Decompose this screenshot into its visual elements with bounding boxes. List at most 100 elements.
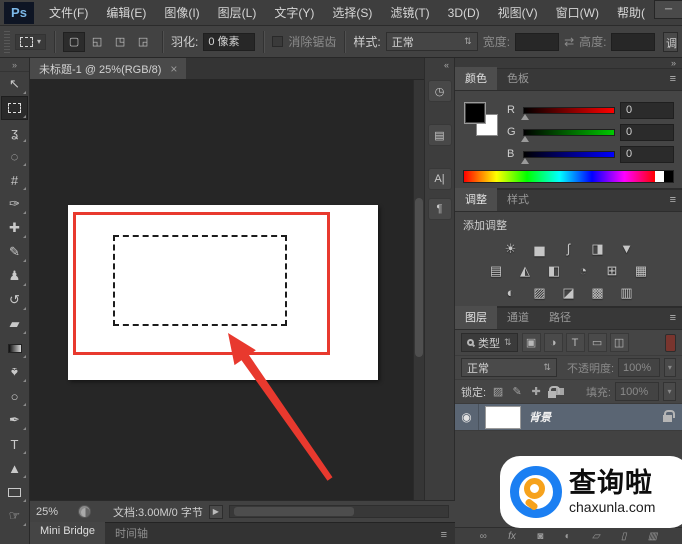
menu-file[interactable]: 文件(F) [40, 0, 97, 26]
pen-tool[interactable]: ✒ [1, 408, 28, 432]
lock-transparent-pixels-icon[interactable]: ▨ [490, 384, 506, 400]
new-adjustment-layer-icon[interactable]: ◐ [565, 531, 571, 542]
quick-selection-tool[interactable]: ◌ [1, 144, 28, 168]
layer-group-icon[interactable]: ▱ [592, 531, 600, 542]
toolbar-collapse-icon[interactable]: » [0, 58, 29, 72]
subtract-from-selection-button[interactable]: ◳ [109, 32, 131, 52]
threshold-icon[interactable]: ◪ [559, 284, 579, 301]
color-lookup-icon[interactable]: ▦ [631, 262, 651, 279]
healing-brush-tool[interactable]: ✚ [1, 216, 28, 240]
rectangular-marquee-tool[interactable] [1, 96, 28, 120]
status-expand-icon[interactable]: ▶ [208, 504, 223, 519]
tab-adjustments[interactable]: 调整 [455, 188, 497, 211]
menu-help[interactable]: 帮助( [608, 0, 654, 26]
filter-adjustment-layers-icon[interactable]: ◑ [543, 333, 563, 352]
tool-preset-picker[interactable]: ▾ [15, 33, 47, 50]
tab-layers[interactable]: 图层 [455, 306, 497, 329]
link-layers-icon[interactable]: ∞ [480, 531, 487, 542]
tab-swatches[interactable]: 色板 [497, 67, 539, 90]
channel-slider[interactable] [521, 106, 615, 120]
eraser-tool[interactable]: ▰ [1, 312, 28, 336]
delete-layer-icon[interactable]: ▥ [648, 531, 657, 542]
blend-mode-select[interactable]: 正常 ⇅ [461, 358, 557, 377]
tab-color[interactable]: 颜色 [455, 67, 497, 90]
horizontal-scrollbar[interactable] [228, 505, 449, 518]
gradient-map-icon[interactable]: ▩ [588, 284, 608, 301]
chevron-down-icon[interactable]: ▾ [663, 358, 676, 377]
refine-edge-button[interactable]: 调 [663, 31, 678, 52]
filter-smart-objects-icon[interactable]: ◫ [609, 333, 629, 352]
layer-mask-icon[interactable]: ◙ [537, 531, 543, 542]
swap-dimensions-icon[interactable]: ⇄ [564, 35, 574, 49]
menu-edit[interactable]: 编辑(E) [97, 0, 155, 26]
channel-mixer-icon[interactable]: ⊞ [602, 262, 622, 279]
history-panel-icon[interactable]: ◷ [427, 80, 452, 102]
filter-shape-layers-icon[interactable]: ▭ [587, 333, 607, 352]
lock-all-icon[interactable] [548, 384, 564, 400]
filter-type-layers-icon[interactable]: T [565, 333, 585, 352]
mini-bridge-tab[interactable]: Mini Bridge [30, 522, 106, 544]
type-tool[interactable]: T [1, 432, 28, 456]
layer-name[interactable]: 背景 [529, 409, 663, 425]
timeline-tab[interactable]: 时间轴 [105, 522, 158, 544]
menu-window[interactable]: 窗口(W) [547, 0, 608, 26]
curves-icon[interactable]: ʃ [559, 240, 579, 257]
exposure-icon[interactable]: ◨ [588, 240, 608, 257]
height-input[interactable] [611, 32, 656, 51]
menu-3d[interactable]: 3D(D) [439, 0, 489, 26]
black-white-icon[interactable]: ◧ [544, 262, 564, 279]
layer-effects-icon[interactable]: fx [508, 531, 516, 542]
options-bar-grip[interactable] [4, 30, 10, 53]
photo-filter-icon[interactable]: ◔ [573, 262, 593, 279]
brightness-contrast-icon[interactable]: ☀ [501, 240, 521, 257]
minimize-button[interactable]: ─ [653, 0, 682, 19]
menu-image[interactable]: 图像(I) [155, 0, 208, 26]
opacity-input[interactable]: 100% [618, 358, 660, 377]
tab-channels[interactable]: 通道 [497, 306, 539, 329]
document-tab[interactable]: 未标题-1 @ 25%(RGB/8) × [30, 58, 187, 79]
properties-panel-icon[interactable]: ▤ [427, 124, 452, 146]
chevron-down-icon[interactable]: ▾ [663, 382, 676, 401]
channel-slider[interactable] [521, 128, 615, 142]
intersect-selection-button[interactable]: ◲ [132, 32, 154, 52]
tab-styles[interactable]: 样式 [497, 188, 539, 211]
layer-row-background[interactable]: ◉ 背景 [455, 404, 682, 431]
posterize-icon[interactable]: ▨ [530, 284, 550, 301]
spectrum-gradient[interactable] [464, 171, 655, 182]
menu-layer[interactable]: 图层(L) [209, 0, 266, 26]
slider-thumb-icon[interactable] [521, 113, 529, 120]
character-panel-icon[interactable]: A| [427, 168, 452, 190]
spectrum-black-swatch[interactable] [664, 171, 673, 182]
lasso-tool[interactable]: ʓ [1, 120, 28, 144]
zoom-level-input[interactable]: 25% [36, 506, 72, 518]
layer-thumbnail[interactable] [485, 405, 521, 429]
channel-value-input[interactable]: 0 [620, 123, 674, 141]
slider-thumb-icon[interactable] [521, 135, 529, 142]
foreground-color-swatch[interactable] [464, 102, 486, 124]
dodge-tool[interactable]: ○ [1, 384, 28, 408]
selective-color-icon[interactable]: ▥ [617, 284, 637, 301]
color-spectrum-ramp[interactable] [463, 170, 674, 183]
layer-filter-toggle[interactable] [665, 333, 676, 352]
dock-expand-icon[interactable]: « [425, 58, 454, 72]
filter-pixel-layers-icon[interactable]: ▣ [521, 333, 541, 352]
canvas[interactable] [30, 80, 424, 500]
tab-close-icon[interactable]: × [170, 62, 177, 76]
feather-input[interactable]: 0 像素 [203, 32, 256, 51]
gradient-tool[interactable] [1, 336, 28, 360]
new-layer-icon[interactable]: ▯ [621, 531, 627, 542]
color-balance-icon[interactable]: ◭ [515, 262, 535, 279]
panel-menu-icon[interactable]: ≡ [433, 529, 455, 544]
crop-tool[interactable]: # [1, 168, 28, 192]
tab-paths[interactable]: 路径 [539, 306, 581, 329]
levels-icon[interactable]: ▅ [530, 240, 550, 257]
color-swatches[interactable] [464, 102, 500, 138]
vertical-scrollbar-thumb[interactable] [415, 197, 423, 358]
eyedropper-tool[interactable]: ✑ [1, 192, 28, 216]
channel-slider[interactable] [521, 150, 615, 164]
panel-menu-icon[interactable]: ≡ [670, 194, 676, 206]
rectangle-tool[interactable] [1, 480, 28, 504]
vertical-scrollbar[interactable] [413, 80, 424, 500]
channel-value-input[interactable]: 0 [620, 145, 674, 163]
slider-thumb-icon[interactable] [521, 157, 529, 164]
